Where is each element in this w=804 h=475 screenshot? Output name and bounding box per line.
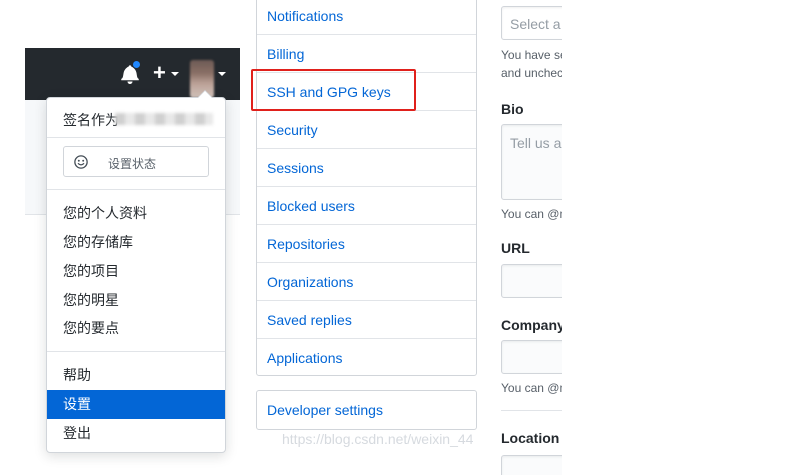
- public-email-select[interactable]: Select a v: [501, 6, 562, 40]
- nav-item-blocked-users[interactable]: Blocked users: [257, 186, 476, 224]
- smiley-icon: [74, 155, 88, 169]
- nav-item-sessions[interactable]: Sessions: [257, 148, 476, 186]
- nav-item-repositories[interactable]: Repositories: [257, 224, 476, 262]
- company-note: You can @m: [501, 381, 562, 395]
- nav-item-organizations[interactable]: Organizations: [257, 262, 476, 300]
- company-label: Company: [501, 317, 562, 333]
- menu-item-settings[interactable]: 设置: [47, 390, 225, 419]
- developer-settings-menu: Developer settings: [256, 390, 477, 430]
- signed-in-label: 签名作为: [63, 112, 119, 128]
- annotation-highlight-box: [251, 69, 416, 111]
- menu-item-stars[interactable]: 您的明星: [47, 286, 225, 315]
- nav-item-applications[interactable]: Applications: [257, 338, 476, 376]
- nav-item-notifications[interactable]: Notifications: [257, 0, 476, 35]
- email-note-line2: and unchec: [501, 66, 562, 80]
- set-status-button[interactable]: 设置状态: [63, 146, 209, 177]
- email-note: You have se: [501, 48, 562, 62]
- menu-item-projects[interactable]: 您的项目: [47, 257, 225, 286]
- divider: [47, 137, 225, 138]
- watermark-text: https://blog.csdn.net/weixin_44: [282, 431, 474, 447]
- menu-item-gists[interactable]: 您的要点: [47, 314, 225, 343]
- location-input[interactable]: [501, 455, 562, 475]
- profile-form: Select a v You have se and unchec Bio Te…: [500, 0, 562, 475]
- url-input[interactable]: [501, 264, 562, 298]
- notification-indicator: [132, 60, 141, 69]
- username-redacted: [115, 113, 213, 125]
- chevron-down-icon[interactable]: [218, 72, 226, 76]
- select-placeholder: Select a v: [510, 16, 562, 32]
- menu-item-help[interactable]: 帮助: [47, 361, 225, 390]
- menu-item-profile[interactable]: 您的个人资料: [47, 199, 225, 228]
- bio-textarea[interactable]: Tell us a: [501, 124, 562, 200]
- bio-placeholder: Tell us a: [510, 135, 562, 151]
- menu-item-sign-out[interactable]: 登出: [47, 419, 225, 448]
- divider: [501, 410, 562, 411]
- set-status-label: 设置状态: [108, 157, 157, 171]
- nav-item-security[interactable]: Security: [257, 110, 476, 148]
- location-label: Location: [501, 430, 560, 446]
- nav-item-billing[interactable]: Billing: [257, 34, 476, 72]
- chevron-down-icon[interactable]: [171, 72, 179, 76]
- company-input[interactable]: [501, 340, 562, 374]
- url-label: URL: [501, 240, 530, 256]
- user-dropdown-menu: 签名作为 设置状态 您的个人资料 您的存储库 您的项目 您的明星 您的要点 帮助…: [46, 90, 226, 453]
- settings-nav-menu: Notifications Billing SSH and GPG keys S…: [256, 0, 477, 376]
- plus-icon[interactable]: +: [153, 62, 169, 84]
- nav-item-developer-settings[interactable]: Developer settings: [267, 402, 383, 418]
- nav-item-saved-replies[interactable]: Saved replies: [257, 300, 476, 338]
- menu-item-repositories[interactable]: 您的存储库: [47, 228, 225, 257]
- bio-label: Bio: [501, 101, 524, 117]
- divider: [47, 189, 225, 190]
- bio-note: You can @m: [501, 207, 562, 221]
- divider: [47, 351, 225, 352]
